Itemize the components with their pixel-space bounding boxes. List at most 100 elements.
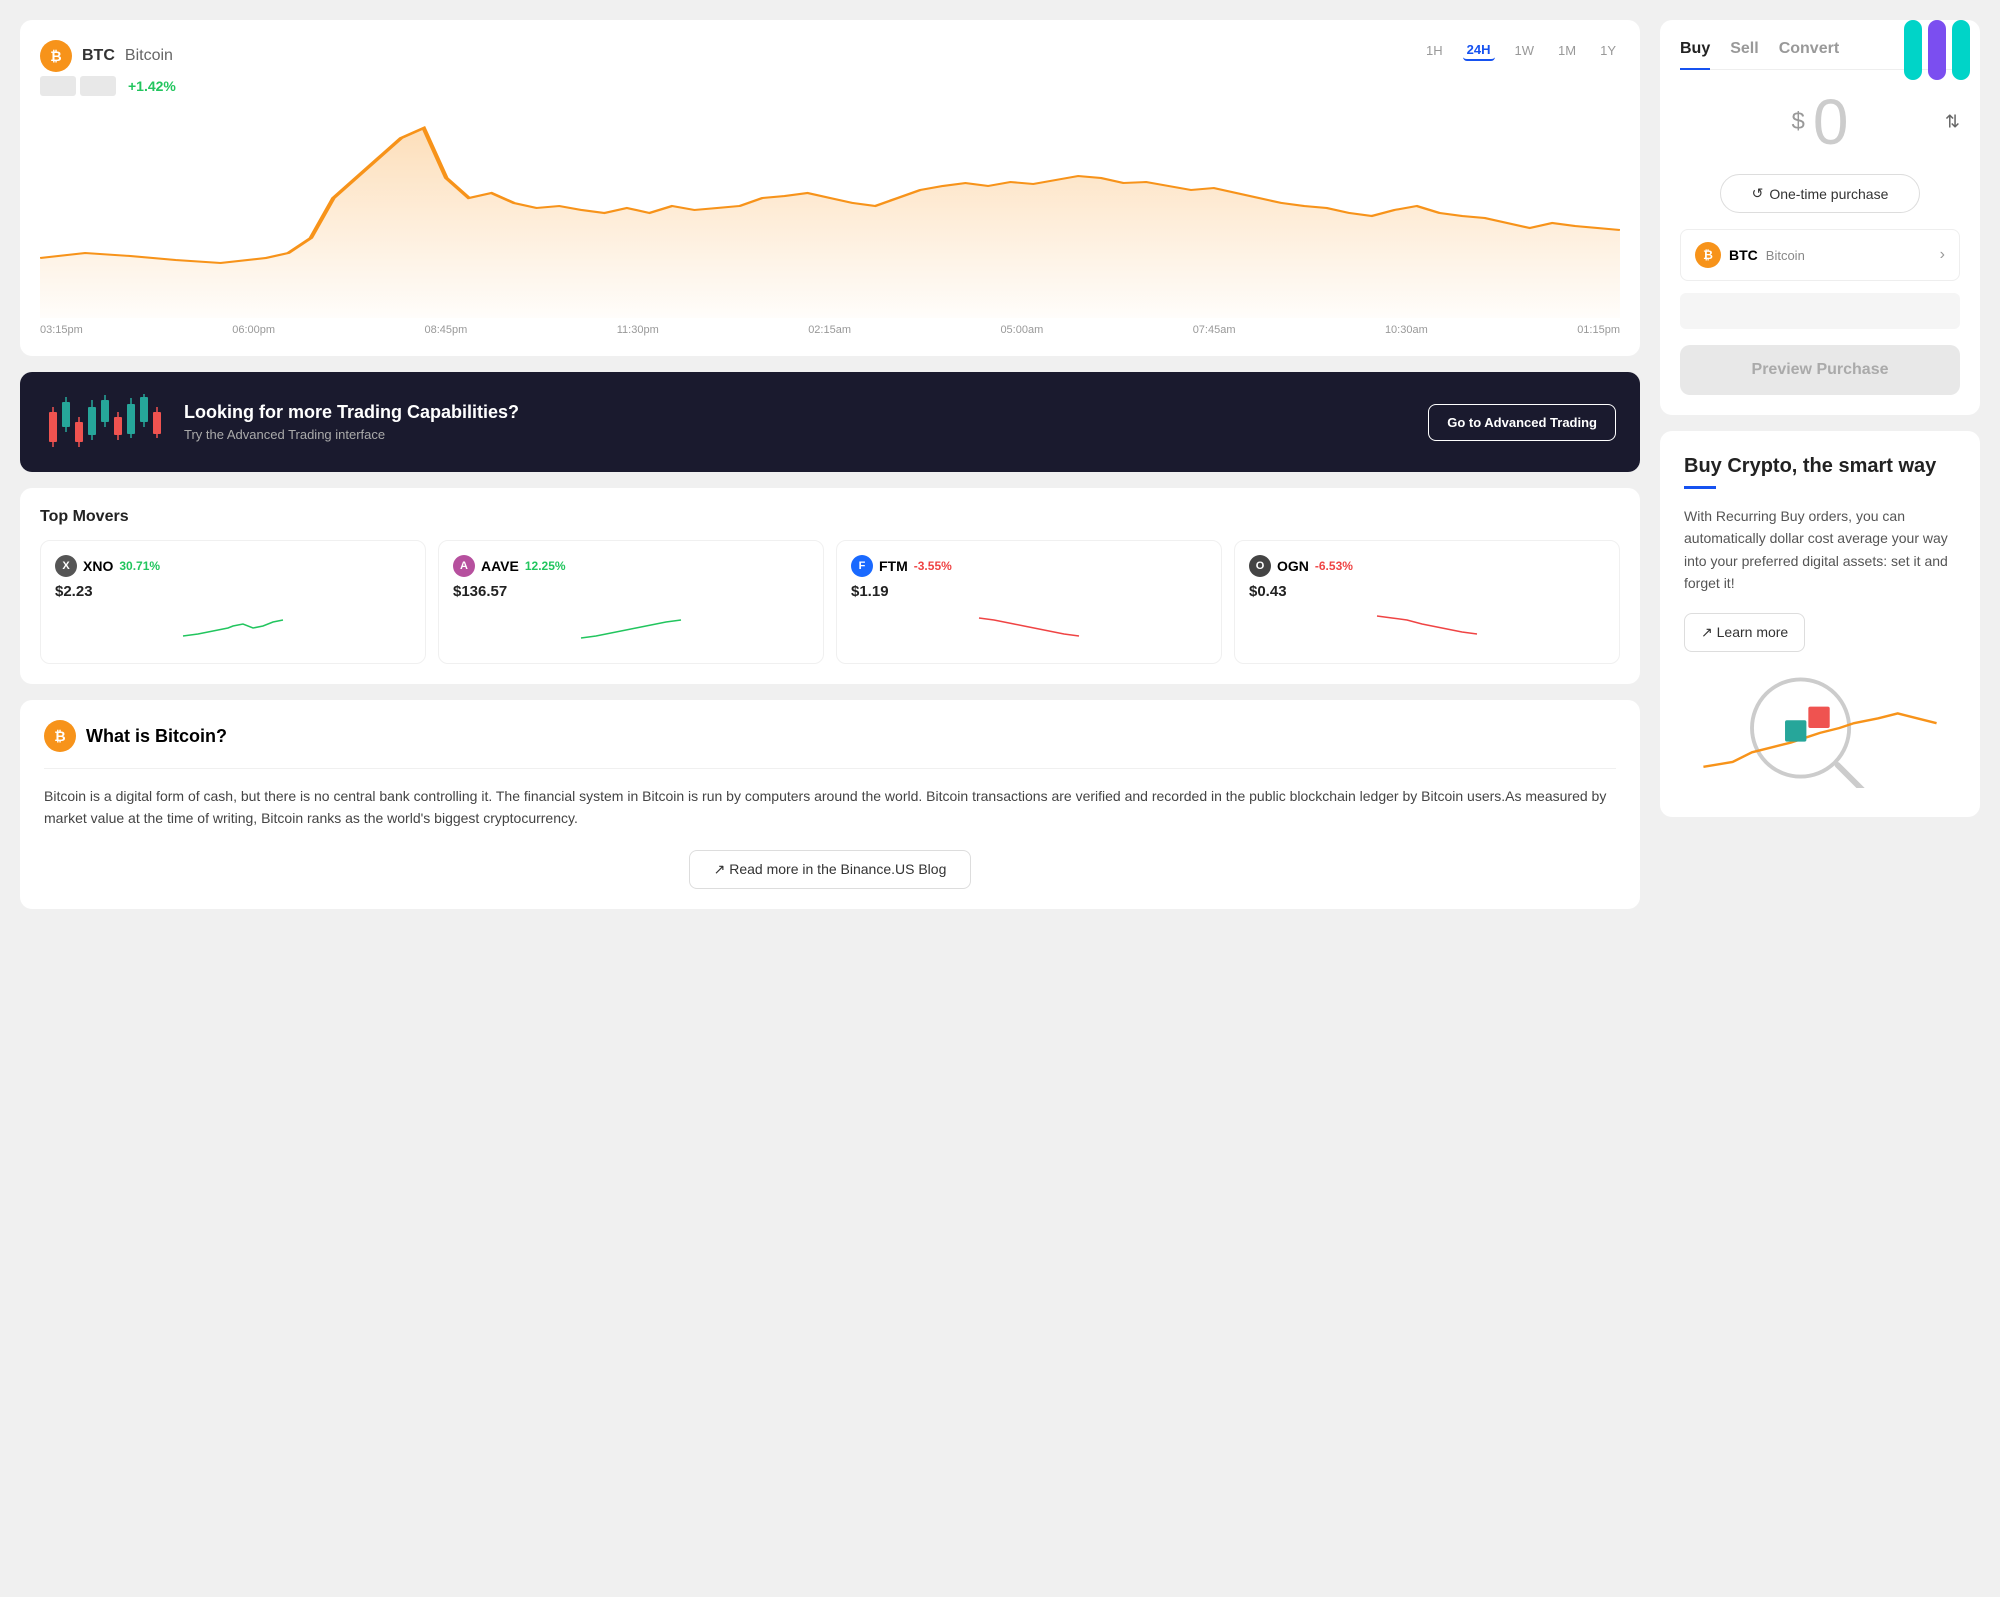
mover-ftm-header: F FTM -3.55% bbox=[851, 555, 1207, 577]
mover-aave-ticker: AAVE bbox=[481, 558, 519, 574]
mover-ogn-header: O OGN -6.53% bbox=[1249, 555, 1605, 577]
mover-ogn-icon: O bbox=[1249, 555, 1271, 577]
mover-ftm-price: $1.19 bbox=[851, 583, 1207, 600]
chart-label-7: 07:45am bbox=[1193, 324, 1236, 336]
chevron-right-icon: › bbox=[1940, 246, 1945, 264]
chart-label-9: 01:15pm bbox=[1577, 324, 1620, 336]
chart-card: ₿ BTC Bitcoin +1.42% 1H 24H 1W 1M 1Y bbox=[20, 20, 1640, 356]
mover-aave-sparkline bbox=[453, 608, 809, 644]
price-change: +1.42% bbox=[128, 78, 176, 94]
smart-buy-divider bbox=[1684, 486, 1716, 489]
logo-bar-2 bbox=[1928, 20, 1946, 80]
smart-buy-title: Buy Crypto, the smart way bbox=[1684, 455, 1956, 478]
mover-ftm-pct: -3.55% bbox=[914, 559, 952, 573]
top-movers-card: Top Movers X XNO 30.71% $2.23 A AAVE bbox=[20, 488, 1640, 684]
chart-label-2: 06:00pm bbox=[232, 324, 275, 336]
preview-purchase-button[interactable]: Preview Purchase bbox=[1680, 345, 1960, 395]
asset-selector[interactable]: ₿ BTC Bitcoin › bbox=[1680, 229, 1960, 281]
price-box-2 bbox=[80, 76, 116, 96]
mover-ogn-price: $0.43 bbox=[1249, 583, 1605, 600]
mover-aave-pct: 12.25% bbox=[525, 559, 566, 573]
price-box-1 bbox=[40, 76, 76, 96]
mover-aave[interactable]: A AAVE 12.25% $136.57 bbox=[438, 540, 824, 664]
movers-grid: X XNO 30.71% $2.23 A AAVE 12.25% $136.57 bbox=[40, 540, 1620, 664]
asset-left: ₿ BTC Bitcoin bbox=[1695, 242, 1805, 268]
bitcoin-info-icon: ₿ bbox=[44, 720, 76, 752]
asset-ticker: BTC bbox=[1729, 247, 1758, 263]
mover-aave-header: A AAVE 12.25% bbox=[453, 555, 809, 577]
banner-text: Looking for more Trading Capabilities? T… bbox=[184, 402, 1408, 442]
right-panel: Buy Sell Convert $ 0 ⇅ ↺ One-time purcha… bbox=[1660, 20, 1980, 1577]
purchase-type-label: One-time purchase bbox=[1769, 186, 1888, 202]
chart-label-4: 11:30pm bbox=[617, 324, 659, 336]
read-more-button[interactable]: ↗ Read more in the Binance.US Blog bbox=[689, 850, 972, 889]
bitcoin-info-card: ₿ What is Bitcoin? Bitcoin is a digital … bbox=[20, 700, 1640, 909]
logo-bar-3 bbox=[1952, 20, 1970, 80]
smart-buy-chart bbox=[1684, 668, 1956, 788]
coin-ticker: BTC bbox=[82, 47, 115, 65]
mover-ogn-pct: -6.53% bbox=[1315, 559, 1353, 573]
mover-ftm-sparkline bbox=[851, 608, 1207, 644]
smart-buy-text: With Recurring Buy orders, you can autom… bbox=[1684, 505, 1956, 595]
bitcoin-info-text: Bitcoin is a digital form of cash, but t… bbox=[44, 785, 1616, 830]
mover-xno-header: X XNO 30.71% bbox=[55, 555, 411, 577]
mover-aave-price: $136.57 bbox=[453, 583, 809, 600]
top-movers-title: Top Movers bbox=[40, 508, 1620, 526]
top-logo bbox=[1904, 20, 1970, 80]
logo-bar-1 bbox=[1904, 20, 1922, 80]
chart-label-6: 05:00am bbox=[1000, 324, 1043, 336]
amount-value: 0 bbox=[1813, 90, 1849, 154]
learn-more-button[interactable]: ↗ Learn more bbox=[1684, 613, 1805, 652]
mover-ftm[interactable]: F FTM -3.55% $1.19 bbox=[836, 540, 1222, 664]
mover-xno[interactable]: X XNO 30.71% $2.23 bbox=[40, 540, 426, 664]
mover-ftm-ticker: FTM bbox=[879, 558, 908, 574]
advanced-trading-button[interactable]: Go to Advanced Trading bbox=[1428, 404, 1616, 441]
banner-title: Looking for more Trading Capabilities? bbox=[184, 402, 1408, 423]
chart-header: ₿ BTC Bitcoin bbox=[40, 40, 176, 72]
mover-xno-pct: 30.71% bbox=[119, 559, 160, 573]
time-1m[interactable]: 1M bbox=[1554, 40, 1580, 61]
chart-label-3: 08:45pm bbox=[425, 324, 468, 336]
rotate-icon: ↺ bbox=[1752, 185, 1764, 202]
swap-icon[interactable]: ⇅ bbox=[1945, 112, 1960, 133]
asset-name: Bitcoin bbox=[1766, 248, 1805, 263]
tab-sell[interactable]: Sell bbox=[1730, 40, 1758, 70]
mover-xno-sparkline bbox=[55, 608, 411, 644]
price-row: +1.42% bbox=[40, 76, 176, 96]
mover-xno-ticker: XNO bbox=[83, 558, 113, 574]
btc-icon: ₿ bbox=[40, 40, 72, 72]
mover-ogn[interactable]: O OGN -6.53% $0.43 bbox=[1234, 540, 1620, 664]
mover-aave-icon: A bbox=[453, 555, 475, 577]
tab-convert[interactable]: Convert bbox=[1779, 40, 1839, 70]
time-1y[interactable]: 1Y bbox=[1596, 40, 1620, 61]
left-panel: ₿ BTC Bitcoin +1.42% 1H 24H 1W 1M 1Y bbox=[20, 20, 1640, 1577]
tab-buy[interactable]: Buy bbox=[1680, 40, 1710, 70]
chart-label-5: 02:15am bbox=[808, 324, 851, 336]
mover-ftm-icon: F bbox=[851, 555, 873, 577]
amount-display: $ 0 ⇅ bbox=[1680, 90, 1960, 154]
mover-xno-icon: X bbox=[55, 555, 77, 577]
time-1h[interactable]: 1H bbox=[1422, 40, 1447, 61]
bitcoin-divider bbox=[44, 768, 1616, 769]
payment-method-placeholder bbox=[1680, 293, 1960, 329]
chart-label-1: 03:15pm bbox=[40, 324, 83, 336]
banner-mini-chart bbox=[44, 392, 164, 452]
chart-labels: 03:15pm 06:00pm 08:45pm 11:30pm 02:15am … bbox=[40, 324, 1620, 336]
purchase-type-button[interactable]: ↺ One-time purchase bbox=[1720, 174, 1920, 213]
asset-btc-icon: ₿ bbox=[1695, 242, 1721, 268]
coin-name: Bitcoin bbox=[125, 47, 173, 65]
chart-area bbox=[40, 98, 1620, 318]
mover-ogn-sparkline bbox=[1249, 608, 1605, 644]
advanced-trading-banner: Looking for more Trading Capabilities? T… bbox=[20, 372, 1640, 472]
banner-subtitle: Try the Advanced Trading interface bbox=[184, 427, 1408, 442]
chart-label-8: 10:30am bbox=[1385, 324, 1428, 336]
smart-buy-card: Buy Crypto, the smart way With Recurring… bbox=[1660, 431, 1980, 817]
bitcoin-info-header: ₿ What is Bitcoin? bbox=[44, 720, 1616, 752]
mover-ogn-ticker: OGN bbox=[1277, 558, 1309, 574]
mover-xno-price: $2.23 bbox=[55, 583, 411, 600]
time-24h[interactable]: 24H bbox=[1463, 40, 1495, 61]
price-chart bbox=[40, 98, 1620, 318]
time-1w[interactable]: 1W bbox=[1511, 40, 1539, 61]
bitcoin-info-title: What is Bitcoin? bbox=[86, 726, 227, 747]
price-boxes bbox=[40, 76, 116, 96]
